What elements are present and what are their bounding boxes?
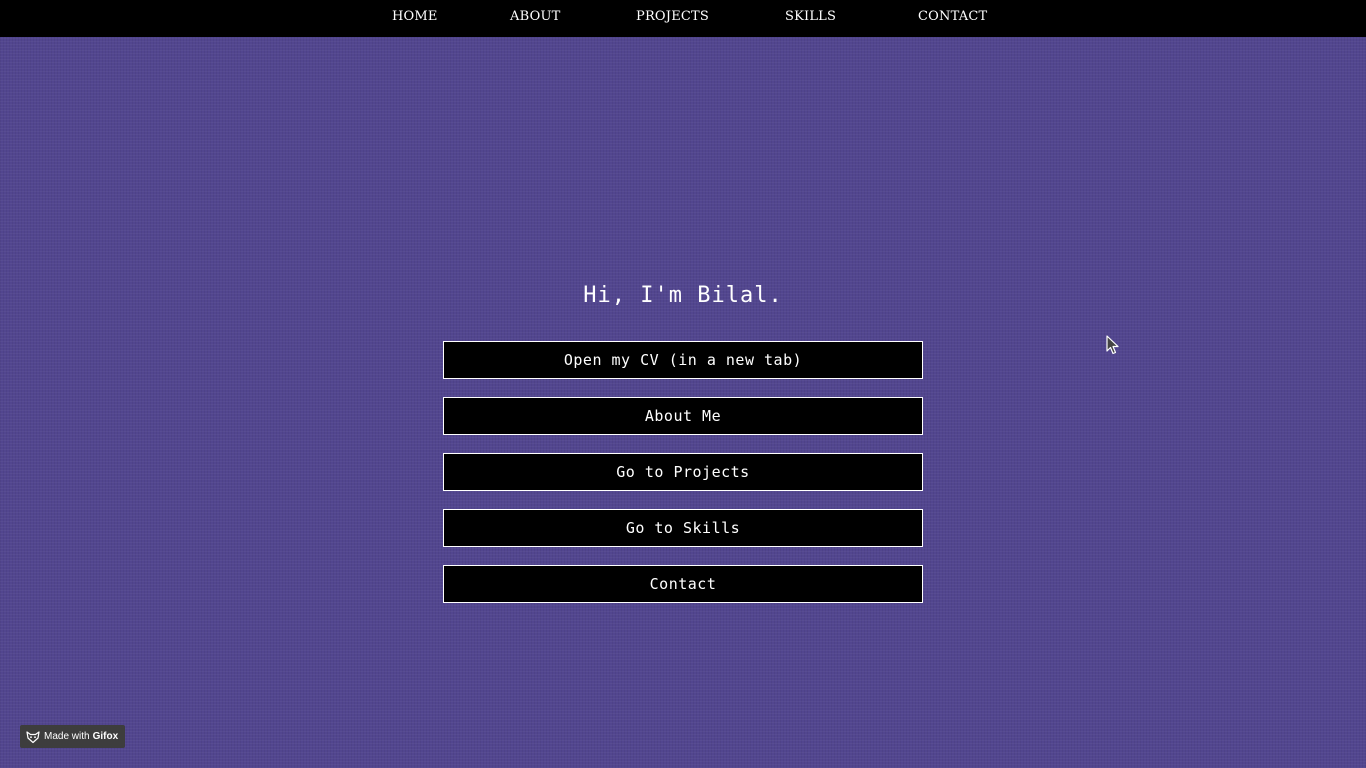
nav-link-skills[interactable]: SKILLS	[785, 0, 836, 34]
fox-logo-icon	[26, 730, 40, 743]
nav-link-contact[interactable]: CONTACT	[918, 0, 987, 34]
badge-prefix-text: Made with	[44, 731, 90, 742]
mouse-pointer-icon	[1106, 335, 1119, 355]
hero-greeting: Hi, I'm Bilal.	[583, 283, 783, 308]
badge-brand-text: Gifox	[92, 731, 119, 742]
nav-link-about[interactable]: ABOUT	[510, 0, 560, 34]
about-me-button[interactable]: About Me	[443, 397, 923, 435]
nav-link-home[interactable]: HOME	[392, 0, 438, 34]
go-to-projects-button[interactable]: Go to Projects	[443, 453, 923, 491]
top-navigation-bar: HOME ABOUT PROJECTS SKILLS CONTACT	[0, 0, 1366, 37]
nav-link-projects[interactable]: PROJECTS	[636, 0, 709, 34]
made-with-gifox-badge[interactable]: Made with Gifox	[20, 725, 125, 748]
open-cv-button[interactable]: Open my CV (in a new tab)	[443, 341, 923, 379]
go-to-skills-button[interactable]: Go to Skills	[443, 509, 923, 547]
contact-button[interactable]: Contact	[443, 565, 923, 603]
